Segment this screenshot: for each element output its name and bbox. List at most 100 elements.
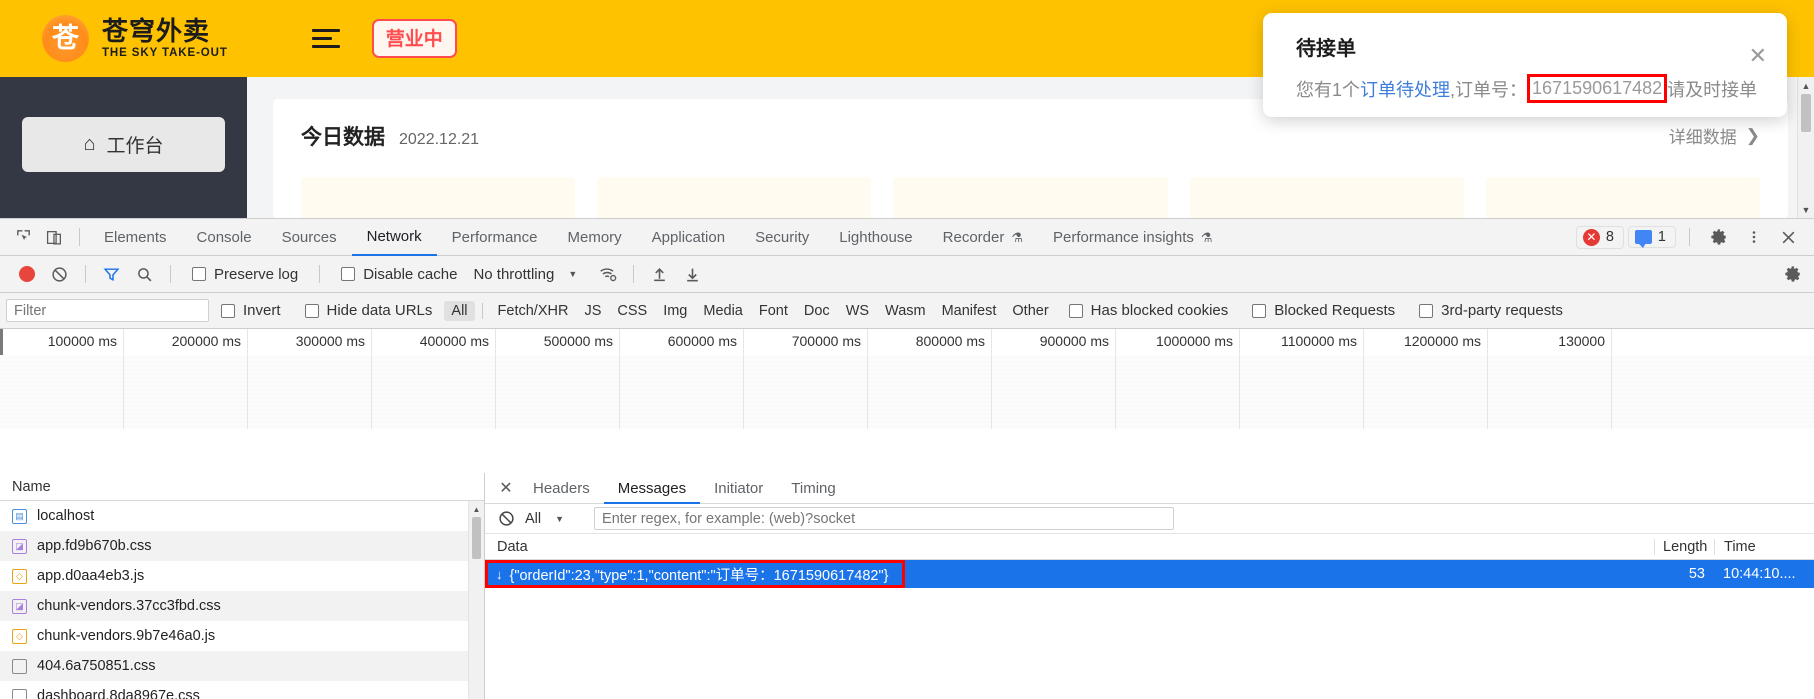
sidebar-item-workbench[interactable]: ⌂ 工作台 <box>22 117 225 172</box>
devtools-panel: Elements Console Sources Network Perform… <box>0 218 1814 698</box>
request-row-404-css[interactable]: 404.6a750851.css <box>0 651 468 681</box>
tab-application[interactable]: Application <box>637 219 740 256</box>
device-toolbar-icon[interactable] <box>39 223 70 251</box>
request-row-chunk-vendors-css[interactable]: ◪ chunk-vendors.37cc3fbd.css <box>0 591 468 621</box>
close-detail-icon[interactable]: ✕ <box>493 474 519 502</box>
requests-scrollbar[interactable]: ▲ <box>468 501 484 699</box>
menu-collapse-icon[interactable] <box>312 29 340 48</box>
blocked-requests-checkbox[interactable]: Blocked Requests <box>1240 302 1407 319</box>
message-counter[interactable]: 1 <box>1628 226 1676 248</box>
detail-tab-initiator[interactable]: Initiator <box>700 473 777 504</box>
record-button[interactable] <box>10 259 43 289</box>
invert-checkbox[interactable]: Invert <box>209 302 293 319</box>
request-row-app-js[interactable]: ◇ app.d0aa4eb3.js <box>0 561 468 591</box>
filter-type-other[interactable]: Other <box>1004 303 1056 319</box>
filter-type-doc[interactable]: Doc <box>796 303 838 319</box>
timeline-tick-label: 100000 ms <box>48 333 117 349</box>
scroll-thumb[interactable] <box>1801 94 1811 132</box>
timeline-tick: 900000 ms <box>992 329 1116 429</box>
network-conditions-icon[interactable] <box>591 259 624 289</box>
tab-network[interactable]: Network <box>352 219 437 256</box>
filter-type-font[interactable]: Font <box>751 303 796 319</box>
filter-type-fetch-xhr[interactable]: Fetch/XHR <box>490 303 577 319</box>
tab-recorder[interactable]: Recorder ⚗ <box>928 219 1038 256</box>
scroll-down-icon[interactable]: ▼ <box>1798 201 1814 218</box>
timeline-tick-label: 1000000 ms <box>1156 333 1233 349</box>
column-data-label[interactable]: Data <box>485 539 1654 555</box>
filter-input[interactable] <box>6 299 209 322</box>
clear-network-log-icon[interactable] <box>43 259 76 289</box>
close-devtools-icon[interactable] <box>1773 223 1804 251</box>
filter-type-all[interactable]: All <box>444 301 474 321</box>
search-icon[interactable] <box>128 259 161 289</box>
preserve-log-checkbox[interactable]: Preserve log <box>180 266 310 283</box>
request-row-chunk-vendors-js[interactable]: ◇ chunk-vendors.9b7e46a0.js <box>0 621 468 651</box>
messages-regex-input[interactable] <box>594 507 1174 530</box>
network-overview-timeline[interactable]: 100000 ms 200000 ms 300000 ms 400000 ms … <box>0 329 1814 429</box>
divider <box>319 265 320 283</box>
tab-performance-insights[interactable]: Performance insights ⚗ <box>1038 219 1228 256</box>
request-row-localhost[interactable]: ▤ localhost <box>0 501 468 531</box>
column-time-label[interactable]: Time <box>1714 539 1814 555</box>
filter-type-manifest[interactable]: Manifest <box>934 303 1005 319</box>
tab-label: Sources <box>282 219 337 256</box>
notification-order-link[interactable]: 订单待处理 <box>1360 76 1450 102</box>
throttling-select[interactable]: No throttling <box>469 266 554 283</box>
tab-sources[interactable]: Sources <box>267 219 352 256</box>
filter-type-media[interactable]: Media <box>695 303 751 319</box>
timeline-tick: 130000 <box>1488 329 1612 429</box>
filter-type-css[interactable]: CSS <box>609 303 655 319</box>
scroll-up-icon[interactable]: ▲ <box>1798 77 1814 94</box>
tab-memory[interactable]: Memory <box>553 219 637 256</box>
requests-column-header[interactable]: Name <box>0 473 484 501</box>
inspect-element-icon[interactable] <box>8 223 39 251</box>
detail-tab-messages[interactable]: Messages <box>604 473 700 504</box>
gear-icon[interactable] <box>1703 223 1734 251</box>
tab-label: Lighthouse <box>839 219 912 256</box>
filter-type-ws[interactable]: WS <box>838 303 877 319</box>
chevron-down-icon[interactable]: ▼ <box>554 269 591 279</box>
request-row-app-css[interactable]: ◪ app.fd9b670b.css <box>0 531 468 561</box>
clear-messages-icon[interactable] <box>493 506 519 532</box>
filter-type-js[interactable]: JS <box>576 303 609 319</box>
third-party-requests-checkbox[interactable]: 3rd-party requests <box>1407 302 1575 319</box>
notification-title: 待接单 <box>1296 32 1765 61</box>
chevron-right-icon: ❯ <box>1746 126 1760 146</box>
error-counter[interactable]: ✕ 8 <box>1576 226 1624 249</box>
checkbox-box <box>1069 304 1083 318</box>
tab-lighthouse[interactable]: Lighthouse <box>824 219 927 256</box>
timeline-tick: 100000 ms <box>0 329 124 429</box>
scroll-thumb[interactable] <box>472 517 481 559</box>
filter-type-wasm[interactable]: Wasm <box>877 303 934 319</box>
timeline-tick-label: 130000 <box>1558 333 1605 349</box>
detail-tab-headers[interactable]: Headers <box>519 473 604 504</box>
has-blocked-cookies-checkbox[interactable]: Has blocked cookies <box>1057 302 1241 319</box>
import-har-icon[interactable] <box>643 259 676 289</box>
more-vertical-icon[interactable] <box>1738 223 1769 251</box>
detail-data-link[interactable]: 详细数据 ❯ <box>1669 123 1760 148</box>
timeline-tick-label: 600000 ms <box>668 333 737 349</box>
status-badge[interactable]: 营业中 <box>372 19 457 58</box>
tab-performance[interactable]: Performance <box>437 219 553 256</box>
timeline-tick-label: 400000 ms <box>420 333 489 349</box>
tab-console[interactable]: Console <box>182 219 267 256</box>
export-har-icon[interactable] <box>676 259 709 289</box>
message-type-filter[interactable]: All <box>519 511 541 527</box>
message-row[interactable]: ↓ {"orderId":23,"type":1,"content":"订单号：… <box>485 560 1814 588</box>
message-time: 10:44:10.... <box>1714 566 1814 582</box>
filter-type-img[interactable]: Img <box>655 303 695 319</box>
close-icon[interactable]: ✕ <box>1749 45 1767 67</box>
detail-tab-timing[interactable]: Timing <box>777 473 849 504</box>
tab-security[interactable]: Security <box>740 219 824 256</box>
scroll-up-icon[interactable]: ▲ <box>469 501 484 517</box>
disable-cache-checkbox[interactable]: Disable cache <box>329 266 469 283</box>
chevron-down-icon[interactable]: ▼ <box>541 514 578 524</box>
funnel-icon[interactable] <box>95 259 128 289</box>
brand-logo[interactable]: 苍 苍穹外卖 THE SKY TAKE-OUT <box>42 15 228 62</box>
tab-elements[interactable]: Elements <box>89 219 182 256</box>
network-settings-icon[interactable] <box>1781 259 1814 289</box>
hide-data-urls-checkbox[interactable]: Hide data URLs <box>293 302 445 319</box>
page-scrollbar[interactable]: ▲ ▼ <box>1797 77 1814 218</box>
request-row-dashboard-css[interactable]: dashboard.8da8967e.css <box>0 681 468 699</box>
column-length-label[interactable]: Length <box>1654 539 1714 555</box>
